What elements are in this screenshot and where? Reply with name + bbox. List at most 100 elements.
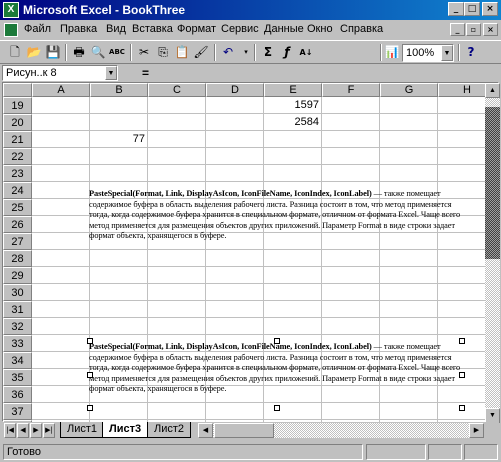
sheet-tab-3[interactable]: Лист3 bbox=[102, 422, 149, 438]
menu-format[interactable]: Формат bbox=[177, 23, 216, 35]
select-all-button[interactable] bbox=[3, 83, 32, 97]
column-header[interactable]: G bbox=[380, 83, 438, 97]
row-header[interactable]: 20 bbox=[3, 114, 32, 131]
help-icon[interactable]: ? bbox=[462, 44, 480, 61]
autosum-icon[interactable]: Σ bbox=[259, 44, 277, 61]
column-header[interactable]: B bbox=[90, 83, 148, 97]
column-header[interactable]: C bbox=[148, 83, 206, 97]
cell-grid[interactable]: A B C D E F G H 19 20 21 22 23 24 25 26 27 28 29 30… bbox=[3, 83, 485, 423]
toolbar-separator bbox=[214, 44, 216, 61]
menu-help[interactable]: Справка bbox=[340, 23, 383, 35]
resize-handle-bottom-right[interactable] bbox=[459, 405, 465, 411]
row-header[interactable]: 31 bbox=[3, 301, 32, 318]
paste-icon[interactable]: 📋 bbox=[173, 44, 191, 61]
scroll-thumb[interactable] bbox=[485, 107, 500, 259]
last-sheet-icon[interactable]: ▶| bbox=[43, 423, 55, 438]
scroll-up-icon[interactable]: ▲ bbox=[485, 83, 500, 98]
row-header[interactable]: 25 bbox=[3, 199, 32, 216]
menu-tools[interactable]: Сервис bbox=[221, 23, 259, 35]
chevron-down-icon[interactable]: ▼ bbox=[441, 45, 453, 61]
resize-handle-left[interactable] bbox=[87, 372, 93, 378]
minimize-button[interactable]: _ bbox=[448, 2, 464, 16]
chart-wizard-icon[interactable]: 📊 bbox=[383, 44, 401, 61]
row-header[interactable]: 21 bbox=[3, 131, 32, 148]
edit-formula-button[interactable]: = bbox=[142, 66, 149, 80]
print-icon[interactable]: 🖶 bbox=[70, 44, 88, 61]
resize-handle-top-right[interactable] bbox=[459, 338, 465, 344]
horizontal-scrollbar[interactable]: ◀ ▶ bbox=[198, 423, 484, 438]
row-header[interactable]: 35 bbox=[3, 369, 32, 386]
prev-sheet-icon[interactable]: ◀ bbox=[17, 423, 29, 438]
zoom-select[interactable]: 100% ▼ bbox=[402, 44, 454, 62]
menu-data[interactable]: Данные bbox=[264, 23, 304, 35]
resize-handle-top[interactable] bbox=[274, 338, 280, 344]
row-header[interactable]: 19 bbox=[3, 97, 32, 114]
new-icon[interactable]: 🗋 bbox=[6, 44, 24, 61]
menu-insert[interactable]: Вставка bbox=[132, 23, 173, 35]
scroll-down-icon[interactable]: ▼ bbox=[485, 408, 500, 423]
row-header[interactable]: 27 bbox=[3, 233, 32, 250]
vertical-scrollbar[interactable]: ▲ ▼ bbox=[485, 83, 500, 423]
resize-handle-right[interactable] bbox=[459, 372, 465, 378]
row-header[interactable]: 22 bbox=[3, 148, 32, 165]
row-header[interactable]: 36 bbox=[3, 386, 32, 403]
excel-app-icon[interactable]: X bbox=[3, 2, 19, 18]
status-panel bbox=[366, 444, 426, 460]
workbook-icon[interactable] bbox=[4, 23, 18, 37]
format-painter-icon[interactable]: 🖌 bbox=[192, 44, 210, 61]
row-header[interactable]: 32 bbox=[3, 318, 32, 335]
chevron-down-icon[interactable]: ▼ bbox=[105, 66, 117, 80]
column-header[interactable]: H bbox=[438, 83, 485, 97]
text-object[interactable]: PasteSpecial(Format, Link, DisplayAsIcon… bbox=[89, 189, 467, 242]
sheet-tab-1[interactable]: Лист1 bbox=[60, 422, 105, 438]
selected-text-object[interactable]: PasteSpecial(Format, Link, DisplayAsIcon… bbox=[89, 342, 467, 395]
copy-icon[interactable]: ⎘ bbox=[154, 44, 172, 61]
row-header[interactable]: 24 bbox=[3, 182, 32, 199]
print-preview-icon[interactable]: 🔍 bbox=[89, 44, 107, 61]
next-sheet-icon[interactable]: ▶ bbox=[30, 423, 42, 438]
row-header[interactable]: 33 bbox=[3, 335, 32, 352]
menu-edit[interactable]: Правка bbox=[60, 23, 97, 35]
doc-close-button[interactable]: × bbox=[483, 23, 498, 36]
close-button[interactable]: × bbox=[482, 2, 498, 16]
undo-dropdown-icon[interactable]: ▾ bbox=[237, 44, 255, 61]
open-icon[interactable]: 📂 bbox=[25, 44, 43, 61]
doc-minimize-button[interactable]: _ bbox=[450, 23, 465, 36]
save-icon[interactable]: 💾 bbox=[44, 44, 62, 61]
method-signature: PasteSpecial(Format, Link, DisplayAsIcon… bbox=[89, 189, 372, 198]
resize-handle-top-left[interactable] bbox=[87, 338, 93, 344]
row-header[interactable]: 23 bbox=[3, 165, 32, 182]
row-header[interactable]: 30 bbox=[3, 284, 32, 301]
menu-window[interactable]: Окно bbox=[307, 23, 333, 35]
column-header[interactable]: F bbox=[322, 83, 380, 97]
function-icon[interactable]: ƒ bbox=[278, 44, 296, 61]
sheet-tab-2[interactable]: Лист2 bbox=[147, 422, 192, 438]
menu-file[interactable]: Файл bbox=[24, 23, 51, 35]
sort-ascending-icon[interactable]: A↓ bbox=[297, 44, 315, 61]
cell-E19[interactable]: 1597 bbox=[264, 97, 319, 114]
scroll-left-icon[interactable]: ◀ bbox=[198, 423, 213, 438]
scroll-right-icon[interactable]: ▶ bbox=[469, 423, 484, 438]
row-header[interactable]: 26 bbox=[3, 216, 32, 233]
undo-icon[interactable]: ↶ bbox=[219, 44, 237, 61]
column-header[interactable]: A bbox=[32, 83, 90, 97]
cell-E20[interactable]: 2584 bbox=[264, 114, 319, 131]
maximize-button[interactable]: □ bbox=[464, 2, 480, 16]
formula-input[interactable] bbox=[158, 65, 498, 81]
row-header[interactable]: 28 bbox=[3, 250, 32, 267]
cell-B21[interactable]: 77 bbox=[90, 131, 145, 148]
resize-handle-bottom-left[interactable] bbox=[87, 405, 93, 411]
first-sheet-icon[interactable]: |◀ bbox=[4, 423, 16, 438]
menu-view[interactable]: Вид bbox=[106, 23, 126, 35]
row-header[interactable]: 34 bbox=[3, 352, 32, 369]
cut-icon[interactable]: ✂ bbox=[135, 44, 153, 61]
spelling-icon[interactable]: ABC bbox=[108, 44, 126, 61]
row-header[interactable]: 37 bbox=[3, 403, 32, 420]
scroll-thumb[interactable] bbox=[214, 423, 274, 438]
doc-restore-button[interactable]: ▫ bbox=[466, 23, 481, 36]
row-header[interactable]: 29 bbox=[3, 267, 32, 284]
column-header[interactable]: D bbox=[206, 83, 264, 97]
column-header[interactable]: E bbox=[264, 83, 322, 97]
name-box[interactable]: Рисун..к 8 ▼ bbox=[2, 65, 118, 81]
resize-handle-bottom[interactable] bbox=[274, 405, 280, 411]
